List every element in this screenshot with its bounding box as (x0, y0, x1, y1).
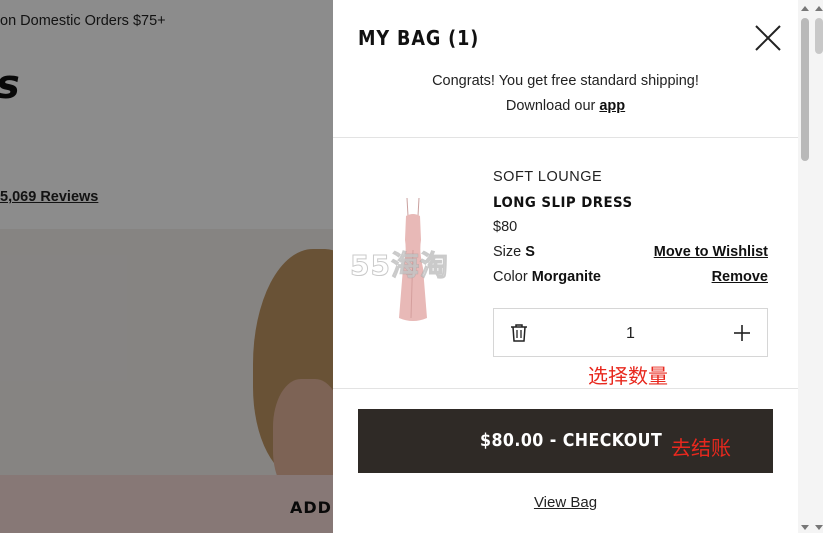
download-app-line: Download our app (333, 98, 798, 114)
annotation-select-quantity: 选择数量 (588, 364, 668, 388)
close-icon (755, 25, 781, 51)
view-bag-link[interactable]: View Bag (534, 494, 597, 511)
item-name[interactable]: LONG SLIP DRESS (493, 195, 633, 211)
scroll-up-arrow-icon[interactable] (815, 6, 823, 11)
remove-link[interactable]: Remove (712, 269, 768, 285)
quantity-value: 1 (626, 325, 635, 342)
shipping-message: Congrats! You get free standard shipping… (432, 73, 699, 89)
scrollbar[interactable] (798, 0, 823, 533)
increase-button[interactable] (733, 324, 751, 342)
close-button[interactable] (754, 24, 782, 52)
plus-icon (734, 325, 750, 341)
scroll-down-arrow-icon[interactable] (815, 525, 823, 530)
size-label: Size (493, 244, 522, 260)
scroll-thumb[interactable] (815, 18, 823, 54)
scroll-up-arrow-icon[interactable] (801, 6, 809, 11)
item-size: Size S (493, 244, 535, 260)
download-app-text: Download our (505, 98, 600, 114)
bag-drawer: MY BAG (1) Congrats! You get free standa… (333, 0, 798, 533)
checkout-label: $80.00 - CHECKOUT (480, 430, 663, 451)
checkout-button[interactable]: $80.00 - CHECKOUT 去结账 (358, 409, 773, 473)
product-thumbnail[interactable] (383, 190, 443, 330)
item-brand: SOFT LOUNGE (493, 169, 603, 185)
item-price: $80 (493, 219, 518, 235)
scroll-down-arrow-icon[interactable] (801, 525, 809, 530)
app-link[interactable]: app (599, 98, 625, 114)
move-to-wishlist-link[interactable]: Move to Wishlist (654, 244, 768, 260)
annotation-go-checkout: 去结账 (671, 436, 731, 460)
color-label: Color (493, 269, 528, 285)
drawer-backdrop[interactable] (0, 0, 333, 533)
divider (333, 388, 798, 389)
divider (333, 137, 798, 138)
size-value: S (525, 244, 535, 260)
item-color: Color Morganite (493, 269, 601, 285)
scroll-thumb[interactable] (801, 18, 809, 161)
quantity-stepper: 1 (493, 308, 768, 357)
view-bag-row: View Bag (333, 494, 798, 511)
color-value: Morganite (531, 269, 601, 285)
bag-title: MY BAG (1) (358, 26, 480, 50)
